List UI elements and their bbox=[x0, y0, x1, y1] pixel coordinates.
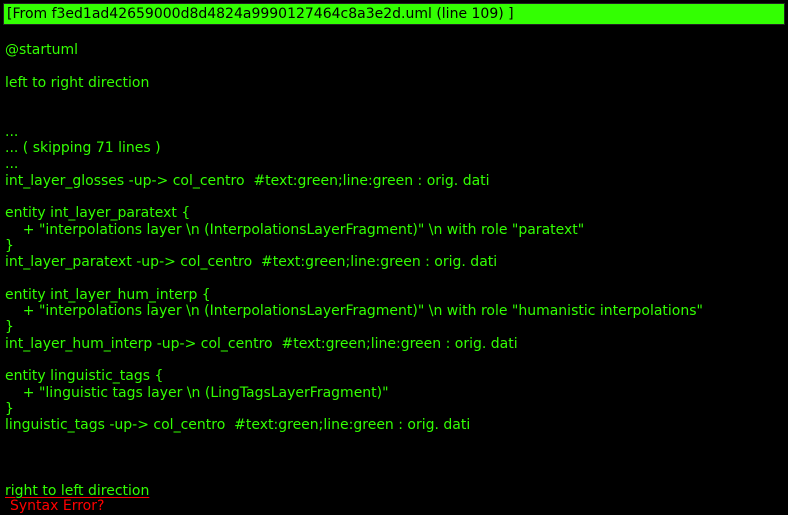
code-line: + "linguistic tags layer \n (LingTagsLay… bbox=[5, 385, 389, 401]
source-header-text: [From f3ed1ad42659000d8d4824a9990127464c… bbox=[7, 6, 514, 22]
code-line: } bbox=[5, 401, 14, 417]
code-line: + "interpolations layer \n (Interpolatio… bbox=[5, 222, 585, 238]
source-header-bar: [From f3ed1ad42659000d8d4824a9990127464c… bbox=[3, 3, 785, 25]
code-line: @startuml bbox=[5, 42, 79, 58]
code-line: ... ( skipping 71 lines ) bbox=[5, 140, 161, 156]
code-line: left to right direction bbox=[5, 75, 150, 91]
code-line: ... bbox=[5, 124, 19, 140]
code-line: + "interpolations layer \n (Interpolatio… bbox=[5, 303, 703, 319]
code-line: } bbox=[5, 238, 14, 254]
code-line: entity int_layer_paratext { bbox=[5, 205, 191, 221]
code-line: int_layer_glosses -up-> col_centro #text… bbox=[5, 173, 490, 189]
code-line: } bbox=[5, 319, 14, 335]
syntax-error-message: Syntax Error? bbox=[10, 498, 105, 514]
code-line: int_layer_hum_interp -up-> col_centro #t… bbox=[5, 336, 518, 352]
code-line: entity int_layer_hum_interp { bbox=[5, 287, 211, 303]
code-line: ... bbox=[5, 156, 19, 172]
uml-error-view: { "header": { "text": "[From f3ed1ad4265… bbox=[0, 0, 788, 515]
code-line: entity linguistic_tags { bbox=[5, 368, 164, 384]
code-line: linguistic_tags -up-> col_centro #text:g… bbox=[5, 417, 471, 433]
code-line: int_layer_paratext -up-> col_centro #tex… bbox=[5, 254, 498, 270]
